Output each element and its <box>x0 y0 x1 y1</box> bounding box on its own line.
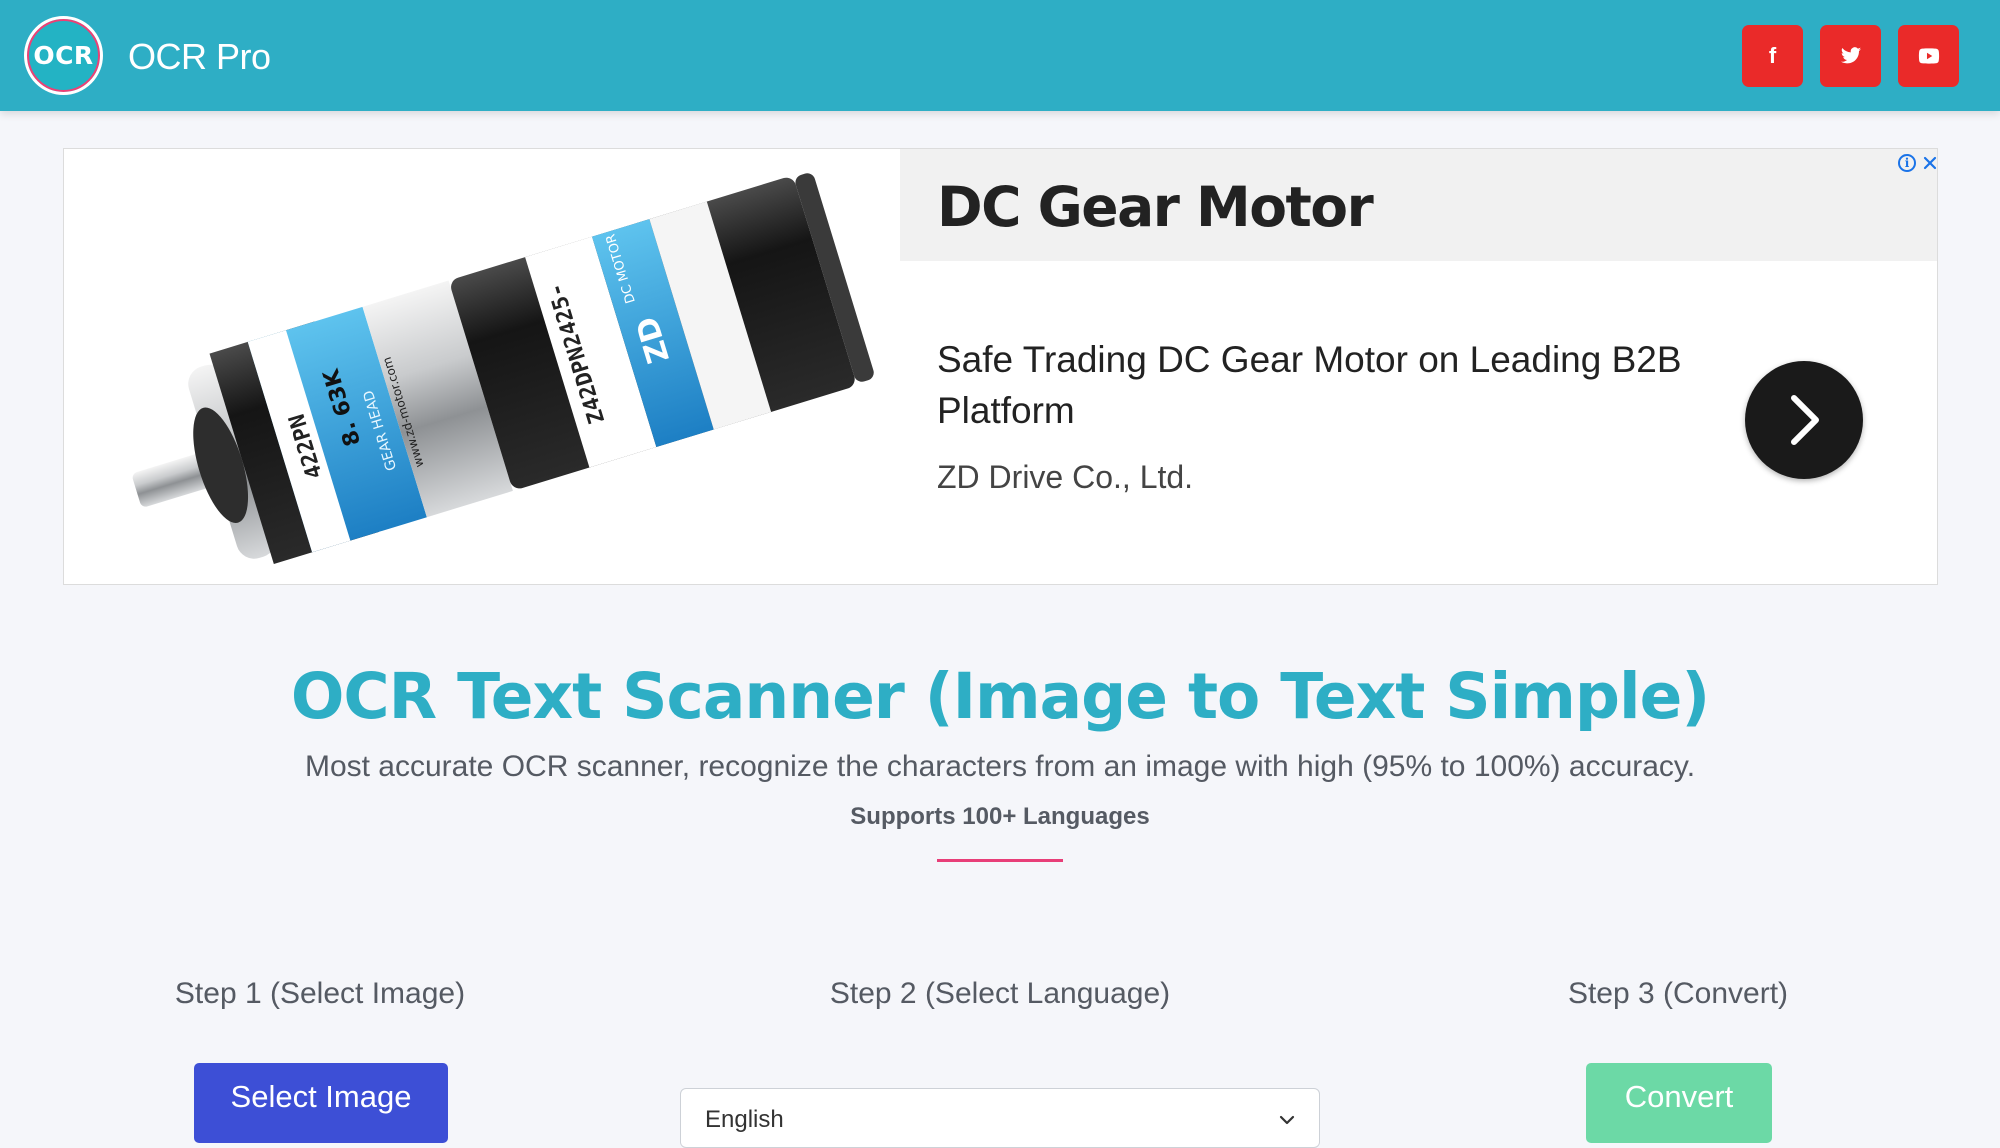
logo-text: OCR <box>33 41 94 70</box>
ad-headline[interactable]: DC Gear Motor <box>937 175 1374 239</box>
twitter-icon <box>1840 47 1861 64</box>
ad-open-button[interactable] <box>1745 361 1863 479</box>
supports-languages-text: Supports 100+ Languages <box>850 803 1150 830</box>
ad-choices[interactable]: i <box>1890 151 1938 175</box>
ad-product-image[interactable]: 422PN 8. 63K GEAR HEAD www.zd-motor.com … <box>99 149 929 584</box>
twitter-button[interactable] <box>1820 25 1881 87</box>
step1-label: Step 1 (Select Image) <box>174 977 466 1010</box>
ad-advertiser[interactable]: ZD Drive Co., Ltd. <box>937 459 1193 496</box>
brand-name[interactable]: OCR Pro <box>128 36 271 78</box>
dc-gear-motor-image: 422PN 8. 63K GEAR HEAD www.zd-motor.com … <box>132 173 874 564</box>
advertisement[interactable]: 422PN 8. 63K GEAR HEAD www.zd-motor.com … <box>63 148 1938 585</box>
close-icon[interactable] <box>1922 155 1938 171</box>
chevron-down-icon <box>1279 1115 1295 1125</box>
page-subtitle: Most accurate OCR scanner, recognize the… <box>304 750 1696 783</box>
youtube-icon <box>1918 48 1939 64</box>
language-select[interactable]: English <box>680 1088 1320 1148</box>
language-selected-value: English <box>705 1106 784 1133</box>
ad-description[interactable]: Safe Trading DC Gear Motor on Leading B2… <box>937 334 1717 436</box>
select-image-button[interactable]: Select Image <box>194 1063 448 1143</box>
title-divider <box>937 859 1063 862</box>
page-title: OCR Text Scanner (Image to Text Simple) <box>290 660 1710 733</box>
facebook-button[interactable]: f <box>1742 25 1803 87</box>
step2-label: Step 2 (Select Language) <box>829 977 1171 1010</box>
youtube-button[interactable] <box>1898 25 1959 87</box>
convert-button[interactable]: Convert <box>1586 1063 1772 1143</box>
facebook-icon: f <box>1768 43 1777 68</box>
ocr-logo-icon[interactable]: OCR <box>24 16 103 95</box>
chevron-right-icon <box>1791 395 1819 445</box>
top-navbar: OCR OCR Pro f <box>0 0 2000 111</box>
info-icon[interactable]: i <box>1898 154 1916 172</box>
step3-label: Step 3 (Convert) <box>1567 977 1789 1010</box>
